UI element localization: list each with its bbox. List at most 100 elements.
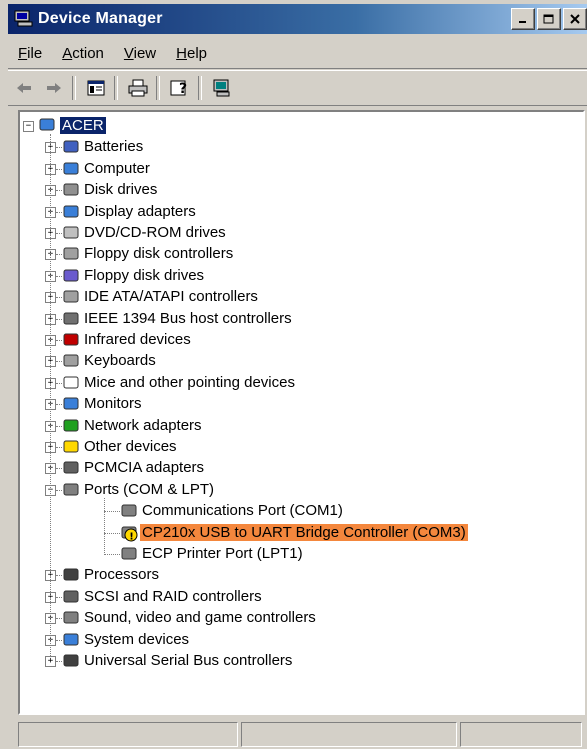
tree-device[interactable]: ECP Printer Port (LPT1) — [140, 545, 305, 562]
properties-help-icon: ? — [170, 80, 187, 97]
back-button[interactable] — [10, 75, 38, 101]
tree-category[interactable]: Universal Serial Bus controllers — [82, 652, 294, 669]
status-cell-middle — [241, 722, 457, 747]
tree-category[interactable]: Computer — [82, 160, 152, 177]
menu-file-accel: F — [18, 44, 28, 62]
tree-connector — [104, 497, 105, 556]
window-title: Device Manager — [38, 10, 163, 27]
toolbar-separator — [198, 76, 202, 100]
status-cell-right — [460, 722, 582, 747]
toolbar-separator — [156, 76, 160, 100]
scsi-icon — [63, 590, 79, 603]
tree-category[interactable]: System devices — [82, 631, 191, 648]
other-devices-icon — [63, 440, 79, 453]
close-icon — [570, 14, 580, 24]
close-button[interactable] — [563, 8, 587, 30]
device-manager-icon — [14, 10, 33, 27]
tree-category[interactable]: Processors — [82, 566, 161, 583]
minimize-icon — [519, 21, 526, 23]
port-icon — [63, 483, 79, 496]
tree-connector — [104, 532, 120, 534]
tree-category[interactable]: SCSI and RAID controllers — [82, 588, 264, 605]
tree-category[interactable]: Monitors — [82, 395, 144, 412]
tree-category[interactable]: Display adapters — [82, 203, 198, 220]
status-cell-main — [18, 722, 238, 747]
menu-action-rest: ction — [72, 44, 104, 62]
tree-category[interactable]: Floppy disk drives — [82, 267, 206, 284]
infrared-icon — [63, 333, 79, 346]
toolbar: ? — [8, 70, 587, 106]
tree-connector — [104, 511, 120, 513]
device-tree-pane[interactable]: − ACER + Batteries + Computer + Disk drives + Dis… — [18, 110, 585, 715]
root-collapse-toggle[interactable]: − — [23, 121, 34, 132]
port-device-icon — [121, 504, 137, 517]
tree-category[interactable]: Network adapters — [82, 417, 204, 434]
title-bar[interactable]: Device Manager — [8, 4, 587, 34]
menu-view-accel: V — [123, 44, 134, 62]
port-device-icon — [121, 547, 137, 560]
tree-category[interactable]: Other devices — [82, 438, 179, 455]
usb-icon — [63, 654, 79, 667]
scan-hardware-button[interactable] — [208, 75, 236, 101]
floppy-drive-icon — [63, 269, 79, 282]
menu-help-accel: H — [176, 44, 187, 62]
tree-category[interactable]: IDE ATA/ATAPI controllers — [82, 288, 260, 305]
tree-connector — [50, 134, 51, 657]
menu-help-rest: elp — [186, 44, 208, 62]
mouse-icon — [63, 376, 79, 389]
maximize-button[interactable] — [537, 8, 561, 30]
device-manager-window: Device Manager File Action View Help ? −… — [0, 0, 587, 749]
tree-category[interactable]: Infrared devices — [82, 331, 193, 348]
show-hide-console-tree-button[interactable] — [82, 75, 110, 101]
menu-view[interactable]: View — [114, 45, 166, 62]
tree-category[interactable]: Batteries — [82, 138, 145, 155]
tree-device-cp210x[interactable]: CP210x USB to UART Bridge Controller (CO… — [140, 523, 468, 541]
system-device-icon — [63, 633, 79, 646]
menu-file[interactable]: File — [8, 45, 52, 62]
disk-drive-icon — [63, 183, 79, 196]
console-tree-icon — [87, 80, 105, 96]
print-button[interactable] — [124, 75, 152, 101]
network-adapter-icon — [63, 419, 79, 432]
menu-view-rest: iew — [133, 44, 157, 62]
menu-action-accel: A — [62, 44, 73, 62]
tree-category[interactable]: Disk drives — [82, 181, 159, 198]
back-arrow-icon — [17, 83, 31, 93]
sound-icon — [63, 611, 79, 624]
forward-button[interactable] — [40, 75, 68, 101]
minimize-button[interactable] — [511, 8, 535, 30]
tree-category[interactable]: Mice and other pointing devices — [82, 374, 297, 391]
floppy-controller-icon — [63, 247, 79, 260]
expand-toggle-usb[interactable]: + — [45, 656, 56, 667]
menu-help[interactable]: Help — [166, 45, 217, 62]
tree-category[interactable]: Ports (COM & LPT) — [82, 481, 216, 498]
ieee1394-icon — [63, 312, 79, 325]
menu-action[interactable]: Action — [52, 45, 114, 62]
status-bar — [18, 720, 585, 749]
pcmcia-icon — [63, 461, 79, 474]
maximize-icon — [543, 14, 554, 23]
tree-connector — [104, 554, 120, 555]
tree-category[interactable]: DVD/CD-ROM drives — [82, 224, 228, 241]
processor-icon — [63, 568, 79, 581]
ide-controller-icon — [63, 290, 79, 303]
tree-category[interactable]: PCMCIA adapters — [82, 459, 206, 476]
menu-file-rest: ile — [27, 44, 43, 62]
display-adapter-icon — [63, 205, 79, 218]
tree-category[interactable]: Floppy disk controllers — [82, 245, 235, 262]
monitor-icon — [63, 397, 79, 410]
properties-help-button[interactable]: ? — [166, 75, 194, 101]
tree-device[interactable]: Communications Port (COM1) — [140, 502, 345, 519]
computer-icon — [63, 162, 79, 175]
battery-icon — [63, 140, 79, 153]
scan-hardware-icon — [213, 79, 230, 97]
usb-uart-warning-icon: ! — [121, 526, 138, 542]
svg-text:?: ? — [179, 81, 187, 97]
tree-category[interactable]: IEEE 1394 Bus host controllers — [82, 310, 294, 327]
tree-root-acer[interactable]: ACER — [60, 117, 106, 134]
tree-category[interactable]: Keyboards — [82, 352, 158, 369]
printer-icon — [128, 79, 148, 97]
tree-category[interactable]: Sound, video and game controllers — [82, 609, 318, 626]
toolbar-separator — [114, 76, 118, 100]
toolbar-separator — [72, 76, 76, 100]
